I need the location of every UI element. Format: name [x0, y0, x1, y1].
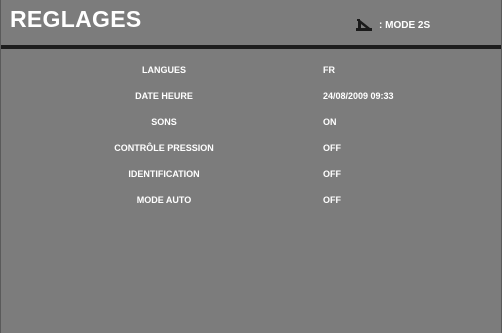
setting-value-identification[interactable]: OFF: [323, 169, 341, 179]
setting-value-date-heure[interactable]: 24/08/2009 09:33: [323, 91, 394, 101]
setting-value-mode-auto[interactable]: OFF: [323, 195, 341, 205]
mode-indicator: : MODE 2S: [355, 16, 430, 34]
setting-label-controle-pression[interactable]: CONTRÔLE PRESSION: [64, 143, 264, 153]
setting-label-langues[interactable]: LANGUES: [64, 65, 264, 75]
setting-value-sons[interactable]: ON: [323, 117, 337, 127]
settings-screen: REGLAGES : MODE 2S LANGUES FR DATE HEURE…: [0, 0, 502, 333]
stair-step-icon: [355, 18, 373, 32]
setting-label-sons[interactable]: SONS: [64, 117, 264, 127]
setting-label-date-heure[interactable]: DATE HEURE: [64, 91, 264, 101]
setting-value-controle-pression[interactable]: OFF: [323, 143, 341, 153]
setting-label-identification[interactable]: IDENTIFICATION: [64, 169, 264, 179]
header-bar: REGLAGES : MODE 2S: [1, 0, 501, 44]
header-divider: [1, 45, 501, 49]
setting-label-mode-auto[interactable]: MODE AUTO: [64, 195, 264, 205]
page-title: REGLAGES: [10, 6, 142, 32]
setting-value-langues[interactable]: FR: [323, 65, 335, 75]
mode-label: : MODE 2S: [379, 19, 431, 31]
